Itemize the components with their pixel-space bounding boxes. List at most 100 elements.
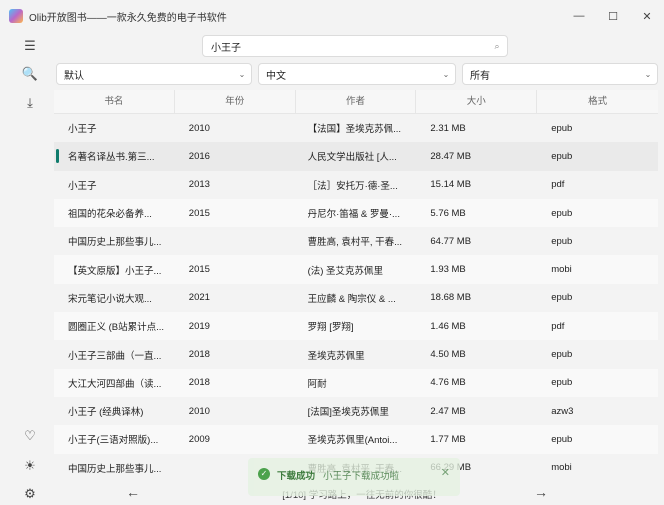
cell-size: 4.76 MB <box>430 377 466 389</box>
cell-year: 2015 <box>188 207 210 219</box>
chevron-down-icon: ⌄ <box>442 69 450 79</box>
cell-format: epub <box>551 207 573 219</box>
cell-size: 4.50 MB <box>430 349 466 361</box>
cell-title: 小王子三部曲（一直... <box>68 350 162 362</box>
cell-author: 圣埃克苏佩里 <box>307 350 365 362</box>
download-icon[interactable]: ⤓ <box>18 91 42 115</box>
table-row[interactable]: 大江大河四部曲（读... 2018 阿耐 4.76 MB epub <box>54 368 658 397</box>
download-toast: ✓ 下载成功 小王子下载成功啦 ✕ <box>248 458 460 496</box>
cell-year: 2015 <box>188 264 210 276</box>
cell-author: 阿耐 <box>307 378 327 390</box>
cell-format: epub <box>551 292 573 304</box>
table-row[interactable]: 小王子(三语对照版)... 2009 圣埃克苏佩里(Antoi... 1.77 MB e… <box>54 425 658 454</box>
header-year[interactable]: 年份 <box>175 90 296 113</box>
gear-icon[interactable]: ⚙ <box>18 482 42 505</box>
minimize-button[interactable]: — <box>562 0 596 32</box>
cell-author: 人民文学出版社 [人... <box>307 152 397 164</box>
cell-year: 2013 <box>188 179 210 191</box>
cell-format: mobi <box>551 264 572 276</box>
cell-author: ［法］安托万·德·圣... <box>307 180 398 192</box>
table-row[interactable]: 【英文原版】小王子... 2015 (法) 圣艾克苏佩里 1.93 MB mobi <box>54 255 658 284</box>
sidebar: ☰ 🔍 ⤓ ♡ ☀ ⚙ <box>0 32 60 505</box>
search-icon[interactable]: ⌕ <box>487 41 507 52</box>
cell-author: 丹尼尔·笛福 & 罗曼·... <box>307 209 400 221</box>
maximize-button[interactable]: ☐ <box>596 0 630 32</box>
table-row[interactable]: 中国历史上那些事儿... 曹胜高, 袁村平, 干春... 64.77 MB epub <box>54 227 658 255</box>
toast-close-icon[interactable]: ✕ <box>441 466 450 479</box>
cell-year: 2018 <box>188 377 210 389</box>
cell-size: 1.77 MB <box>430 433 466 445</box>
language-dropdown-value: 中文 <box>266 70 286 82</box>
table-row[interactable]: 小王子 (经典译林) 2010 [法国]圣埃克苏佩里 2.47 MB azw3 <box>54 397 658 425</box>
sort-dropdown[interactable]: 默认 ⌄ <box>56 63 252 85</box>
table-row[interactable]: 小王子 2010 【法国】圣埃克苏佩... 2.31 MB epub <box>54 114 658 142</box>
heart-icon[interactable]: ♡ <box>18 424 42 448</box>
cell-title: 名著名译丛书.第三... <box>68 152 155 164</box>
language-dropdown[interactable]: 中文 ⌄ <box>258 63 456 85</box>
table-row[interactable]: 圆圈正义 (B站累计点... 2019 罗翔 [罗翔] 1.46 MB pdf <box>54 312 658 341</box>
cell-title: 小王子 <box>68 180 97 192</box>
title-bar: Olib开放图书——一款永久免费的电子书软件 — ☐ ✕ <box>0 0 664 32</box>
cell-format: epub <box>551 349 573 361</box>
search-value: 小王子 <box>211 42 241 54</box>
header-title[interactable]: 书名 <box>54 90 175 113</box>
cell-author: 曹胜高, 袁村平, 干春... <box>307 237 403 249</box>
cell-format: epub <box>551 377 573 389</box>
cell-size: 18.68 MB <box>430 292 472 304</box>
cell-year: 2019 <box>188 320 210 332</box>
cell-title: 小王子 <box>68 124 97 136</box>
app-logo-icon <box>9 9 23 23</box>
cell-size: 2.31 MB <box>430 122 466 134</box>
next-page-arrow-icon[interactable]: → <box>534 484 548 500</box>
cell-year: 2010 <box>188 405 210 417</box>
table-row[interactable]: 小王子三部曲（一直... 2018 圣埃克苏佩里 4.50 MB epub <box>54 340 658 368</box>
success-check-icon: ✓ <box>258 468 270 480</box>
menu-icon[interactable]: ☰ <box>18 34 42 58</box>
close-button[interactable]: ✕ <box>630 0 664 32</box>
table-row[interactable]: 宋元笔记小说大观... 2021 王应麟 & 陶宗仪 & ... 18.68 MB ep… <box>54 284 658 312</box>
cell-title: 宋元笔记小说大观... <box>68 293 152 305</box>
cell-year: 2021 <box>188 292 210 304</box>
table-row[interactable]: 小王子 2013 ［法］安托万·德·圣... 15.14 MB pdf <box>54 171 658 199</box>
cell-format: epub <box>551 235 573 247</box>
theme-icon[interactable]: ☀ <box>18 454 42 478</box>
cell-author: 罗翔 [罗翔] <box>307 322 354 334</box>
format-dropdown[interactable]: 所有 ⌄ <box>462 63 658 85</box>
cell-format: mobi <box>551 462 572 474</box>
cell-size: 2.47 MB <box>430 405 466 417</box>
cell-size: 64.77 MB <box>430 235 472 247</box>
table-body: 小王子 2010 【法国】圣埃克苏佩... 2.31 MB epub 名著名译丛书.第三.… <box>54 114 658 482</box>
search-nav-icon[interactable]: 🔍 <box>18 62 42 86</box>
app-title: Olib开放图书——一款永久免费的电子书软件 <box>29 12 227 24</box>
cell-title: 中国历史上那些事儿... <box>68 463 162 475</box>
header-size[interactable]: 大小 <box>416 90 538 113</box>
cell-format: epub <box>551 150 573 162</box>
cell-format: pdf <box>551 320 565 332</box>
cell-size: 28.47 MB <box>430 150 472 162</box>
table-row[interactable]: 名著名译丛书.第三... 2016 人民文学出版社 [人... 28.47 MB epu… <box>54 142 658 171</box>
cell-title: 大江大河四部曲（读... <box>68 378 162 390</box>
cell-size: 1.93 MB <box>430 264 466 276</box>
cell-author: (法) 圣艾克苏佩里 <box>307 265 384 277</box>
header-format[interactable]: 格式 <box>537 90 658 113</box>
cell-format: azw3 <box>551 405 574 417</box>
cell-title: 小王子(三语对照版)... <box>68 435 159 447</box>
table-row[interactable]: 祖国的花朵必备养... 2015 丹尼尔·笛福 & 罗曼·... 5.76 MB epu… <box>54 198 658 228</box>
table-header: 书名 年份 作者 大小 格式 <box>54 90 658 114</box>
chevron-down-icon: ⌄ <box>238 69 246 79</box>
cell-year: 2009 <box>188 433 210 445</box>
format-dropdown-value: 所有 <box>470 70 490 82</box>
cell-size: 15.14 MB <box>430 179 472 191</box>
chevron-down-icon: ⌄ <box>644 69 652 79</box>
cell-year: 2018 <box>188 349 210 361</box>
search-input[interactable]: 小王子 ⌕ <box>202 35 508 57</box>
results-table: 书名 年份 作者 大小 格式 小王子 2010 【法国】圣埃克苏佩... 2.31 M… <box>54 90 658 485</box>
cell-title: 【英文原版】小王子... <box>68 265 162 277</box>
header-author[interactable]: 作者 <box>296 90 417 113</box>
toast-message: 小王子下载成功啦 <box>323 471 400 482</box>
cell-author: 【法国】圣埃克苏佩... <box>307 124 402 136</box>
cell-title: 圆圈正义 (B站累计点... <box>68 322 165 334</box>
cell-title: 中国历史上那些事儿... <box>68 237 162 249</box>
cell-size: 5.76 MB <box>430 207 466 219</box>
cell-format: epub <box>551 433 573 445</box>
